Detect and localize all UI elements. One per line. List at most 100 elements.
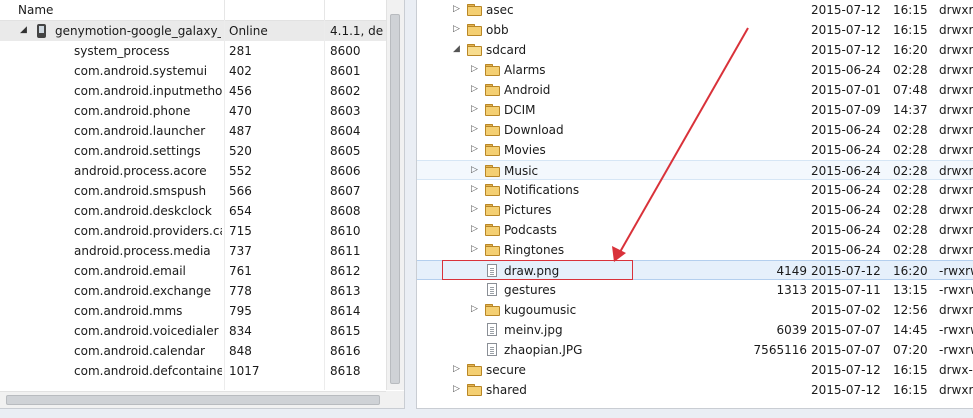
process-row[interactable]: com.android.exchange 778 8613 (0, 281, 386, 301)
file-date: 2015-06-24 (811, 203, 881, 217)
process-row[interactable]: com.android.systemui 402 8601 (0, 61, 386, 81)
file-name: kugoumusic (504, 303, 577, 317)
expand-triangle-icon[interactable]: ▷ (471, 124, 478, 134)
expand-triangle-icon[interactable]: ▷ (453, 24, 460, 34)
expand-triangle-icon[interactable]: ▷ (471, 184, 478, 194)
file-time: 02:28 (893, 63, 928, 77)
process-pid: 566 (229, 184, 252, 198)
process-port: 8615 (330, 324, 361, 338)
file-permissions: drwx-- (939, 363, 973, 377)
scrollbar-thumb[interactable] (6, 395, 380, 405)
folder-row[interactable]: ▷ Podcasts 2015-06-24 02:28 drwxr (417, 220, 973, 240)
process-row[interactable]: com.android.calendar 848 8616 (0, 341, 386, 361)
collapse-triangle-icon[interactable]: ◢ (20, 25, 27, 35)
process-row[interactable]: com.android.defcontainer 1017 8618 (0, 361, 386, 381)
folder-row[interactable]: ▷ Download 2015-06-24 02:28 drwxr (417, 120, 973, 140)
file-date: 2015-07-12 (811, 43, 881, 57)
file-time: 02:28 (893, 164, 928, 178)
file-permissions: drwxr (939, 243, 973, 257)
folder-icon (467, 44, 482, 56)
expand-triangle-icon[interactable]: ▷ (471, 244, 478, 254)
folder-icon (485, 124, 500, 136)
file-row[interactable]: gestures 1313 2015-07-11 13:15 -rwxrw (417, 280, 973, 300)
folder-icon (467, 24, 482, 36)
process-row[interactable]: com.android.voicedialer 834 8615 (0, 321, 386, 341)
file-time: 12:56 (893, 303, 928, 317)
process-port: 8614 (330, 304, 361, 318)
folder-row[interactable]: ▷ Pictures 2015-06-24 02:28 drwxr (417, 200, 973, 220)
folder-row[interactable]: ▷ Music 2015-06-24 02:28 drwxr (417, 160, 973, 180)
folder-row[interactable]: ▷ obb 2015-07-12 16:15 drwxr- (417, 20, 973, 40)
expand-triangle-icon[interactable]: ▷ (471, 64, 478, 74)
file-time: 13:15 (893, 283, 928, 297)
device-row[interactable]: ◢ genymotion-google_galaxy_n Online 4.1.1, … (0, 21, 386, 41)
expand-triangle-icon[interactable]: ▷ (471, 84, 478, 94)
folder-row[interactable]: ▷ DCIM 2015-07-09 14:37 drwxr (417, 100, 973, 120)
file-time: 16:20 (893, 43, 928, 57)
file-permissions: drwxr (939, 303, 973, 317)
file-row[interactable]: meinv.jpg 6039 2015-07-07 14:45 -rwxrw (417, 320, 973, 340)
process-name: com.android.smspush (74, 184, 207, 198)
file-date: 2015-07-12 (811, 23, 881, 37)
folder-row[interactable]: ▷ kugoumusic 2015-07-02 12:56 drwxr (417, 300, 973, 320)
process-row[interactable]: com.android.email 761 8612 (0, 261, 386, 281)
expand-triangle-icon[interactable]: ▷ (453, 384, 460, 394)
folder-icon (467, 4, 482, 16)
process-port: 8604 (330, 124, 361, 138)
file-date: 2015-07-02 (811, 303, 881, 317)
file-time: 16:15 (893, 23, 928, 37)
collapse-triangle-icon[interactable]: ◢ (453, 44, 460, 54)
process-port: 8612 (330, 264, 361, 278)
scrollbar-thumb[interactable] (390, 14, 400, 384)
process-row[interactable]: com.android.settings 520 8605 (0, 141, 386, 161)
folder-row[interactable]: ▷ shared 2015-07-12 16:15 drwxr- (417, 380, 973, 400)
folder-row[interactable]: ▷ secure 2015-07-12 16:15 drwx-- (417, 360, 973, 380)
process-row[interactable]: android.process.acore 552 8606 (0, 161, 386, 181)
folder-row[interactable]: ▷ Alarms 2015-06-24 02:28 drwxr (417, 60, 973, 80)
file-permissions: drwxr (939, 123, 973, 137)
folder-row[interactable]: ▷ Notifications 2015-06-24 02:28 drwxr (417, 180, 973, 200)
process-row[interactable]: com.android.deskclock 654 8608 (0, 201, 386, 221)
expand-triangle-icon[interactable]: ▷ (471, 304, 478, 314)
process-port: 8607 (330, 184, 361, 198)
folder-row[interactable]: ▷ Ringtones 2015-06-24 02:28 drwxr (417, 240, 973, 260)
file-row[interactable]: zhaopian.JPG 7565116 2015-07-07 07:20 -rwxrw (417, 340, 973, 360)
file-icon (487, 343, 497, 356)
process-row[interactable]: com.android.launcher 487 8604 (0, 121, 386, 141)
vertical-scrollbar[interactable] (386, 0, 404, 390)
process-row[interactable]: android.process.media 737 8611 (0, 241, 386, 261)
expand-triangle-icon[interactable]: ▷ (471, 165, 478, 175)
expand-triangle-icon[interactable]: ▷ (471, 104, 478, 114)
process-row[interactable]: system_process 281 8600 (0, 41, 386, 61)
file-time: 02:28 (893, 183, 928, 197)
folder-row[interactable]: ◢ sdcard 2015-07-12 16:20 drwxr (417, 40, 973, 60)
process-row[interactable]: com.android.mms 795 8614 (0, 301, 386, 321)
process-row[interactable]: com.android.providers.ca 715 8610 (0, 221, 386, 241)
expand-triangle-icon[interactable]: ▷ (471, 224, 478, 234)
file-date: 2015-07-12 (811, 264, 881, 278)
file-date: 2015-07-01 (811, 83, 881, 97)
expand-triangle-icon[interactable]: ▷ (453, 4, 460, 14)
folder-icon (467, 384, 482, 396)
process-port: 8603 (330, 104, 361, 118)
process-row[interactable]: com.android.inputmethod 456 8602 (0, 81, 386, 101)
folder-row[interactable]: ▷ Movies 2015-06-24 02:28 drwxr (417, 140, 973, 160)
folder-row[interactable]: ▷ Android 2015-07-01 07:48 drwxr (417, 80, 973, 100)
process-port: 8601 (330, 64, 361, 78)
expand-triangle-icon[interactable]: ▷ (453, 364, 460, 374)
file-date: 2015-06-24 (811, 63, 881, 77)
folder-row[interactable]: ▷ asec 2015-07-12 16:15 drwxr- (417, 0, 973, 20)
folder-icon (485, 64, 500, 76)
horizontal-scrollbar[interactable] (0, 391, 386, 408)
file-time: 02:28 (893, 123, 928, 137)
device-name: genymotion-google_galaxy_n (55, 24, 221, 38)
file-name: Pictures (504, 203, 552, 217)
process-row[interactable]: com.android.phone 470 8603 (0, 101, 386, 121)
process-row[interactable]: com.android.smspush 566 8607 (0, 181, 386, 201)
expand-triangle-icon[interactable]: ▷ (471, 144, 478, 154)
column-header-name[interactable]: Name (0, 0, 386, 21)
expand-triangle-icon[interactable]: ▷ (471, 204, 478, 214)
file-name: secure (486, 363, 526, 377)
file-name: Download (504, 123, 564, 137)
process-port: 8611 (330, 244, 361, 258)
